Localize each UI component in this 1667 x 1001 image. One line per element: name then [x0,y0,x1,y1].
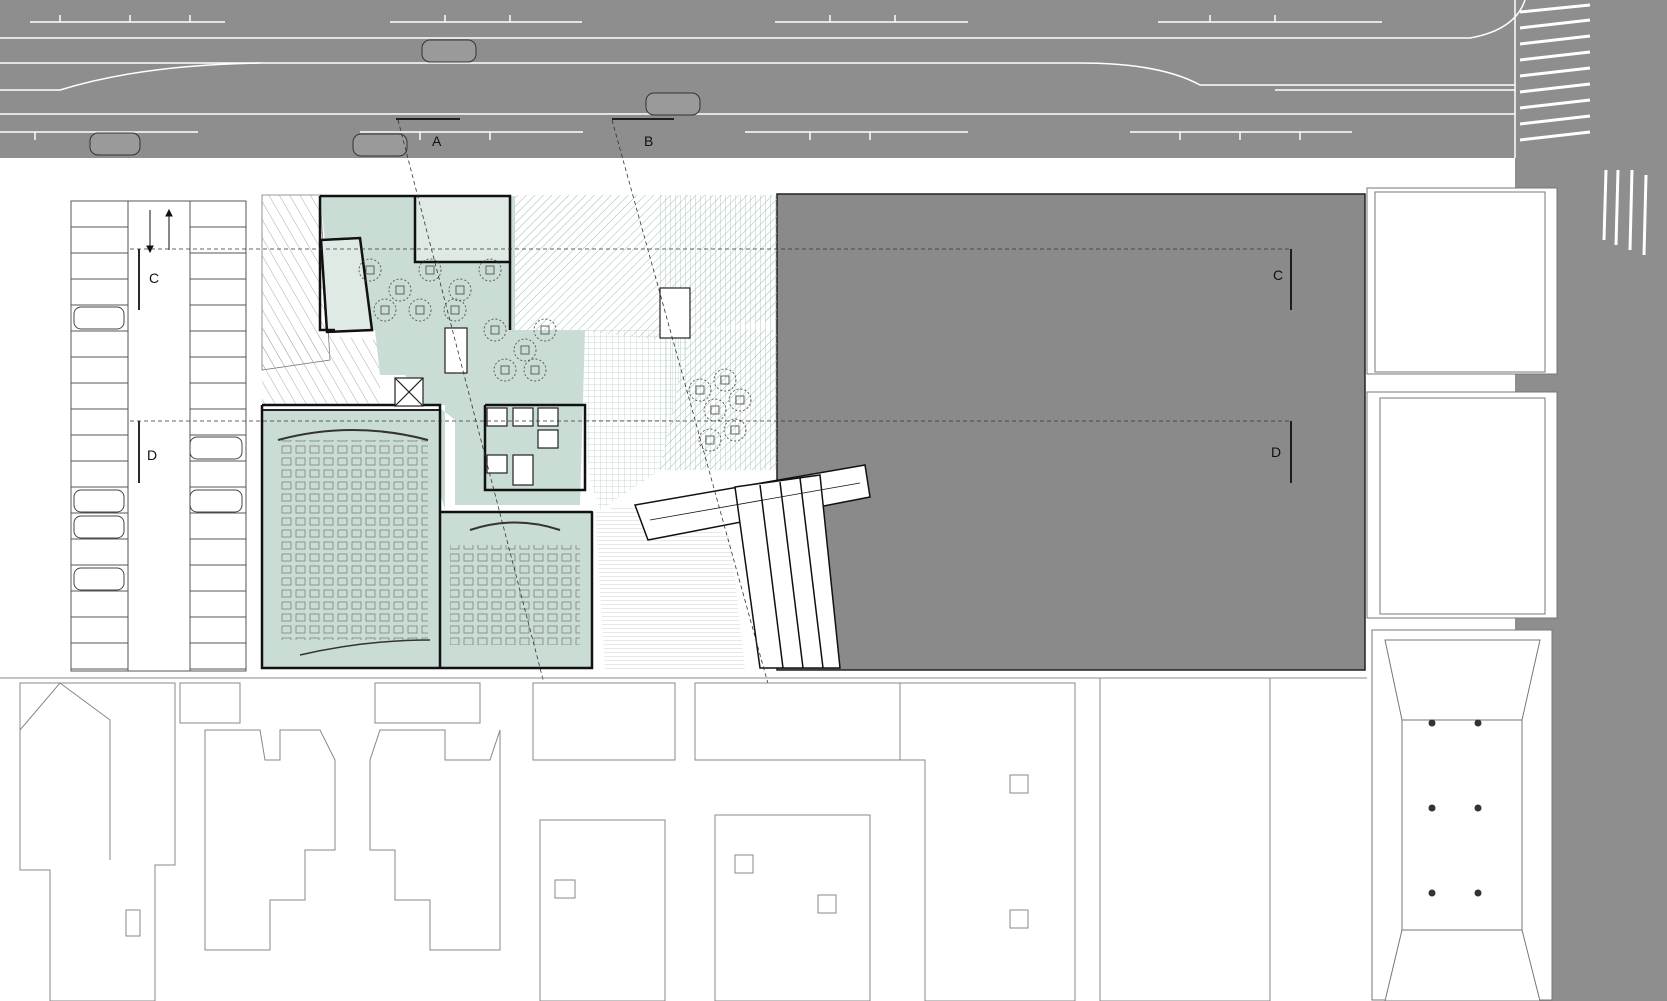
existing-building-block [776,193,1366,671]
neighbor-buildings-east [1366,187,1558,1001]
section-label-a-top: A [432,133,442,149]
site-plan-drawing: A B A B C C D D [0,0,1667,1001]
neighbor-buildings-south [0,677,1367,1001]
site-plan: A B A B C C D D [0,0,1667,1001]
section-label-d-left: D [147,447,157,463]
section-label-d-right: D [1271,444,1281,460]
section-label-c-left: C [149,270,159,286]
section-label-b-top: B [644,133,653,149]
section-label-c-right: C [1273,267,1283,283]
